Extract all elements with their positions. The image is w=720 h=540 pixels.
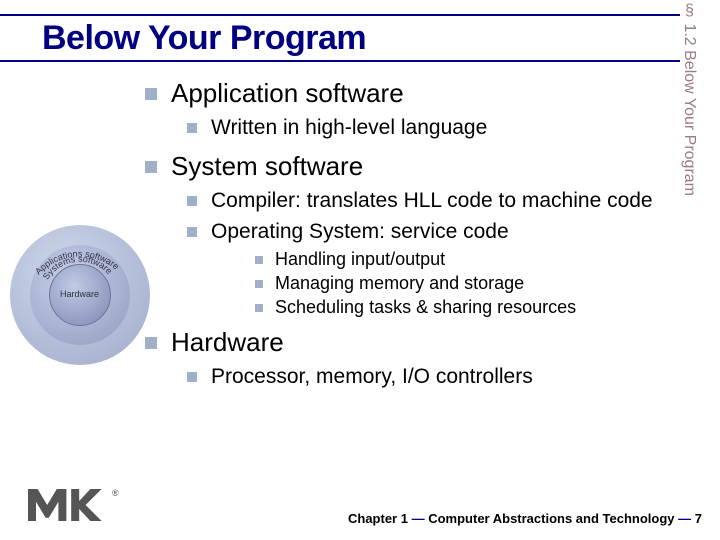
slide-footer: Chapter 1 — Computer Abstractions and Te…: [348, 511, 702, 526]
bullet-os-memory: Managing memory and storage: [255, 273, 690, 294]
bullet-icon: [255, 304, 263, 312]
footer-chapter-title: Computer Abstractions and Technology: [428, 511, 674, 526]
bullet-system-software: System software: [145, 151, 690, 182]
bullet-text: Application software: [171, 78, 404, 109]
bullet-text: Hardware: [171, 327, 284, 358]
bullet-compiler: Compiler: translates HLL code to machine…: [187, 188, 690, 214]
bullet-os: Operating System: service code: [187, 219, 690, 245]
bullet-icon: [187, 227, 197, 237]
bullet-os-io: Handling input/output: [255, 249, 690, 270]
bullet-hw-components: Processor, memory, I/O controllers: [187, 364, 690, 390]
bullet-icon: [255, 256, 263, 264]
bullet-icon: [255, 280, 263, 288]
bullet-text: Managing memory and storage: [275, 273, 524, 294]
bullet-text: Handling input/output: [275, 249, 445, 270]
bullet-text: Written in high-level language: [211, 115, 487, 141]
bullet-icon: [187, 123, 197, 133]
bullet-text: Processor, memory, I/O controllers: [211, 364, 533, 390]
bullet-text: Operating System: service code: [211, 219, 509, 245]
bullet-text: System software: [171, 151, 363, 182]
slide-content: Application software Written in high-lev…: [145, 78, 690, 394]
title-bar: Below Your Program: [0, 14, 680, 62]
footer-chapter: Chapter 1: [348, 511, 408, 526]
bullet-os-scheduling: Scheduling tasks & sharing resources: [255, 297, 690, 318]
bullet-text: Compiler: translates HLL code to machine…: [211, 188, 653, 214]
bullet-hardware: Hardware: [145, 327, 690, 358]
bullet-icon: [145, 161, 157, 173]
bullet-application-software: Application software: [145, 78, 690, 109]
bullet-icon: [187, 372, 197, 382]
publisher-logo: [28, 488, 108, 522]
layers-diagram: Applications software Systems software H…: [10, 225, 150, 365]
bullet-icon: [187, 196, 197, 206]
registered-mark: ®: [112, 488, 119, 498]
slide-title: Below Your Program: [42, 19, 366, 58]
bullet-text: Scheduling tasks & sharing resources: [275, 297, 576, 318]
bullet-written-hll: Written in high-level language: [187, 115, 690, 141]
footer-page: 7: [695, 511, 702, 526]
bullet-icon: [145, 88, 157, 100]
ring-label-inner: Hardware: [60, 289, 99, 299]
